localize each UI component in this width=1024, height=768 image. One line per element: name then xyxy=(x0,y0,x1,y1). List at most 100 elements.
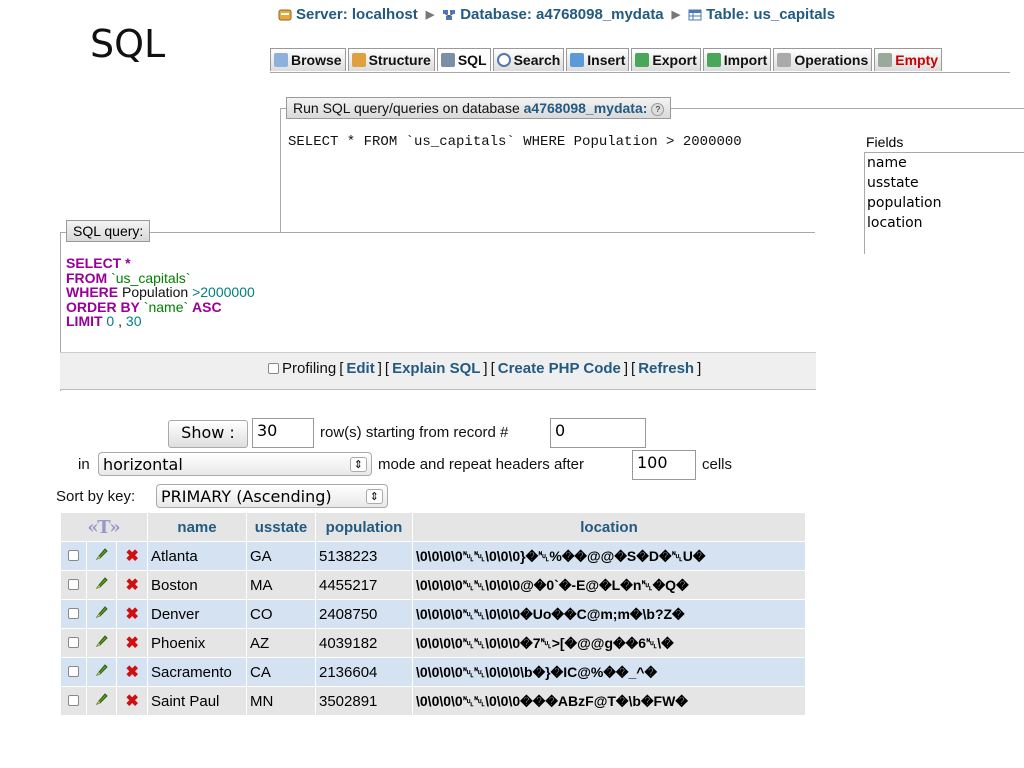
field-option[interactable]: name xyxy=(867,153,1024,173)
row-select-cell xyxy=(61,542,86,570)
breadcrumb-table[interactable]: Table: us_capitals xyxy=(706,6,835,23)
tab-export[interactable]: Export xyxy=(631,48,701,71)
row-select-cell xyxy=(61,600,86,628)
row-checkbox[interactable] xyxy=(67,694,79,706)
select-arrows-icon: ⇕ xyxy=(365,488,383,504)
tab-structure[interactable]: Structure xyxy=(347,48,435,71)
start-record-input[interactable]: 0 xyxy=(550,418,646,448)
tab-operations[interactable]: Operations xyxy=(773,48,873,71)
edit-cell xyxy=(86,571,117,599)
sort-key-select[interactable]: PRIMARY (Ascending) ⇕ xyxy=(156,484,388,508)
cell-population: 5138223 xyxy=(316,542,412,570)
tab-label: Operations xyxy=(794,52,869,68)
table-row: ✖ Atlanta GA 5138223 \0\0\0\0␀␀\0\0\0}�␀%��@… xyxy=(61,542,805,570)
edit-pencil-icon[interactable] xyxy=(95,692,109,706)
display-mode-select[interactable]: horizontal ⇕ xyxy=(98,452,372,476)
sql-query-legend: SQL query: xyxy=(66,220,151,242)
create-php-code-link[interactable]: Create PHP Code xyxy=(498,360,621,377)
cell-name: Denver xyxy=(148,600,246,628)
edit-pencil-icon[interactable] xyxy=(95,634,109,648)
refresh-link[interactable]: Refresh xyxy=(638,360,694,377)
column-header-population[interactable]: population xyxy=(316,513,412,541)
cell-usstate: GA xyxy=(247,542,315,570)
cell-location: \0\0\0\0␀␀\0\0\0\b�}�IC@%��_^� xyxy=(413,658,805,686)
profiling-checkbox[interactable] xyxy=(268,363,279,374)
edit-pencil-icon[interactable] xyxy=(95,663,109,677)
column-header-name[interactable]: name xyxy=(148,513,246,541)
server-icon xyxy=(278,9,292,20)
tab-empty[interactable]: Empty xyxy=(874,48,943,71)
show-button[interactable]: Show : xyxy=(168,420,248,448)
edit-pencil-icon[interactable] xyxy=(95,605,109,619)
tab-label: Browse xyxy=(291,52,342,68)
operations-icon xyxy=(777,53,792,67)
delete-x-icon[interactable]: ✖ xyxy=(125,635,138,652)
delete-cell: ✖ xyxy=(117,629,147,657)
help-icon[interactable]: ? xyxy=(651,102,665,116)
run-sql-legend-text: Run SQL query/queries on database xyxy=(293,100,520,116)
delete-x-icon[interactable]: ✖ xyxy=(125,577,138,594)
field-option[interactable]: population xyxy=(867,193,1024,213)
sql-query-textarea[interactable]: SELECT * FROM `us_capitals` WHERE Popula… xyxy=(288,134,742,150)
edit-cell xyxy=(86,687,117,715)
cell-location: \0\0\0\0␀␀\0\0\0@�0`�-E@�L�n␀�Q� xyxy=(413,571,805,599)
fields-list[interactable]: name usstate population location xyxy=(864,152,1024,254)
delete-x-icon[interactable]: ✖ xyxy=(125,606,138,623)
row-checkbox[interactable] xyxy=(67,665,79,677)
table-row: ✖ Sacramento CA 2136604 \0\0\0\0␀␀\0\0\0\b�}… xyxy=(61,658,805,686)
row-select-cell xyxy=(61,571,86,599)
column-header-location[interactable]: location xyxy=(413,513,805,541)
column-header-usstate[interactable]: usstate xyxy=(247,513,315,541)
breadcrumb-separator-icon: ▶ xyxy=(425,9,435,21)
row-checkbox[interactable] xyxy=(67,549,79,561)
tab-insert[interactable]: Insert xyxy=(566,48,630,71)
sort-key-value: PRIMARY (Ascending) xyxy=(161,486,332,506)
in-label: in xyxy=(78,456,90,473)
tab-import[interactable]: Import xyxy=(702,48,772,71)
cell-name: Atlanta xyxy=(148,542,246,570)
rows-input[interactable]: 30 xyxy=(252,418,314,448)
row-checkbox[interactable] xyxy=(67,607,79,619)
database-icon xyxy=(443,9,456,20)
table-icon xyxy=(688,9,702,20)
cell-location: \0\0\0\0␀␀\0\0\0�7␀>[�@@ɡ��6␀\� xyxy=(413,629,805,657)
field-option[interactable]: usstate xyxy=(867,173,1024,193)
tab-search[interactable]: Search xyxy=(492,48,565,71)
delete-x-icon[interactable]: ✖ xyxy=(125,693,138,710)
cell-population: 4039182 xyxy=(316,629,412,657)
tab-label: SQL xyxy=(457,52,487,68)
cell-population: 2408750 xyxy=(316,600,412,628)
tab-sql[interactable]: SQL xyxy=(436,48,491,71)
edit-pencil-icon[interactable] xyxy=(95,576,109,590)
tab-label: Empty xyxy=(895,52,939,68)
repeat-headers-input[interactable]: 100 xyxy=(632,450,696,480)
tab-label: Search xyxy=(513,52,561,68)
cell-location: \0\0\0\0␀␀\0\0\0���ABzF@T�\b�FW� xyxy=(413,687,805,715)
delete-x-icon[interactable]: ✖ xyxy=(125,664,138,681)
table-row: ✖ Boston MA 4455217 \0\0\0\0␀␀\0\0\0@�0`�-E@… xyxy=(61,571,805,599)
export-icon xyxy=(635,53,650,67)
explain-sql-link[interactable]: Explain SQL xyxy=(392,360,480,377)
edit-pencil-icon[interactable] xyxy=(95,547,109,561)
breadcrumb-server[interactable]: Server: localhost xyxy=(296,6,418,23)
edit-cell xyxy=(86,629,117,657)
edit-cell xyxy=(86,542,117,570)
row-checkbox[interactable] xyxy=(67,578,79,590)
edit-link[interactable]: Edit xyxy=(346,360,374,377)
select-arrows-icon: ⇕ xyxy=(349,456,367,472)
cell-location: \0\0\0\0␀␀\0\0\0}�␀%��@@�S�D�␀U� xyxy=(413,542,805,570)
row-checkbox[interactable] xyxy=(67,636,79,648)
sort-toggle-icon[interactable]: «T» xyxy=(87,517,120,538)
slide-title: SQL xyxy=(90,22,166,66)
sort-toggle[interactable]: «T» xyxy=(61,513,147,541)
table-body: ✖ Atlanta GA 5138223 \0\0\0\0␀␀\0\0\0}�␀%��@… xyxy=(61,542,805,715)
field-option[interactable]: location xyxy=(867,213,1024,233)
breadcrumb-database[interactable]: Database: a4768098_mydata xyxy=(460,6,663,23)
delete-x-icon[interactable]: ✖ xyxy=(125,548,138,565)
display-mode-value: horizontal xyxy=(103,454,183,474)
tab-browse[interactable]: Browse xyxy=(270,48,346,71)
row-select-cell xyxy=(61,629,86,657)
run-sql-db-name[interactable]: a4768098_mydata: xyxy=(524,100,648,116)
breadcrumb-separator-icon: ▶ xyxy=(671,9,681,21)
cell-name: Phoenix xyxy=(148,629,246,657)
